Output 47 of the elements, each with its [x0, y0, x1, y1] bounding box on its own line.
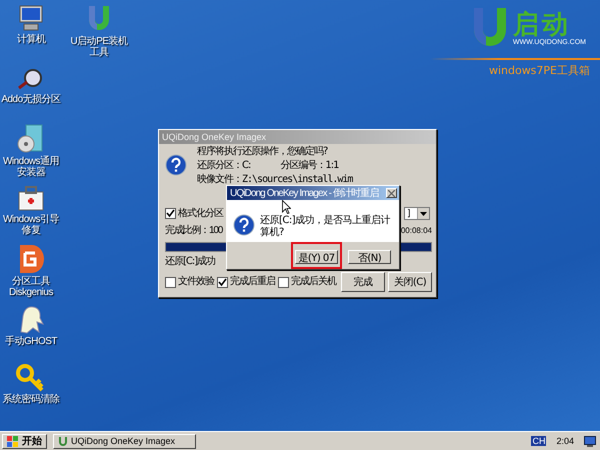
partition-number-text: 分区编号：1:1 [280, 160, 338, 172]
checkbox[interactable] [278, 276, 289, 288]
checkbox-label[interactable]: 格式化分区 [178, 208, 223, 220]
checkbox[interactable] [217, 276, 228, 288]
image-file-text: 映像文件：Z:\sources\install.wim [197, 174, 352, 186]
dropdown-arrow-icon [420, 212, 427, 216]
desktop-icon-label[interactable]: 系统密码清除 [2, 394, 60, 405]
dialog-button[interactable]: 否(N) [348, 250, 391, 264]
taskbar-item[interactable]: UQiDong OneKey Imagex [53, 434, 196, 448]
checkbox-label[interactable]: 文件效验 [178, 276, 214, 288]
key-icon[interactable] [16, 364, 46, 392]
monitor-icon[interactable] [584, 436, 596, 446]
partition-text: 还原分区：C: [197, 160, 250, 172]
language-indicator[interactable]: CH [531, 436, 546, 446]
first-aid-kit-icon[interactable] [16, 184, 46, 212]
dialog-button[interactable]: 关闭(C) [388, 272, 432, 292]
desktop-icon-label[interactable]: U启动PE装机工具 [68, 36, 130, 58]
desktop-icon-label[interactable]: 分区工具 Diskgenius [0, 276, 62, 298]
flag-icon [7, 436, 19, 446]
start-button[interactable]: 开始 [2, 434, 47, 448]
u-logo-icon [58, 436, 68, 446]
logo-subtitle: windows7PE工具箱 [488, 63, 590, 78]
progress-label: 完成比例：100 [165, 225, 222, 237]
dialog-button[interactable]: 完成 [341, 272, 385, 292]
desktop-icon-label[interactable]: Windows通用安装器 [0, 156, 62, 178]
close-button[interactable] [386, 188, 397, 198]
window-title: UQiDong OneKey Imagex [162, 132, 266, 142]
desktop-icon-label[interactable]: Addo无损分区 [1, 94, 61, 105]
question-icon [233, 214, 255, 236]
dialog-button[interactable]: 是(Y) 07 [295, 250, 338, 264]
window-title: UQiDong OneKey Imagex - 倒计时重启 [230, 186, 378, 200]
desktop-icon-label[interactable]: 计算机 [16, 34, 46, 45]
question-text: 程序将执行还原操作，您确定吗? [197, 146, 329, 158]
status-text: 还原[C:]成功 [165, 256, 216, 268]
checkbox-label[interactable]: 完成后重启 [230, 276, 275, 288]
checkbox[interactable] [165, 208, 176, 219]
brand-name: 启动 [512, 10, 571, 38]
checkbox[interactable] [165, 276, 176, 288]
dropdown[interactable]: ] [404, 207, 430, 220]
clock: 2:04 [556, 436, 574, 446]
checkbox-label[interactable]: 完成后关机 [291, 276, 336, 288]
desktop-icon-label[interactable]: 手动GHOST [4, 336, 58, 347]
question-icon [165, 154, 187, 176]
partition-tool-icon[interactable] [17, 244, 45, 274]
confirm-message: 还原[C:]成功，是否马上重启计算机? [260, 215, 392, 239]
desktop-icon-label[interactable]: Windows引导修复 [0, 214, 62, 236]
elapsed-time: 00:08:04 [400, 225, 432, 237]
